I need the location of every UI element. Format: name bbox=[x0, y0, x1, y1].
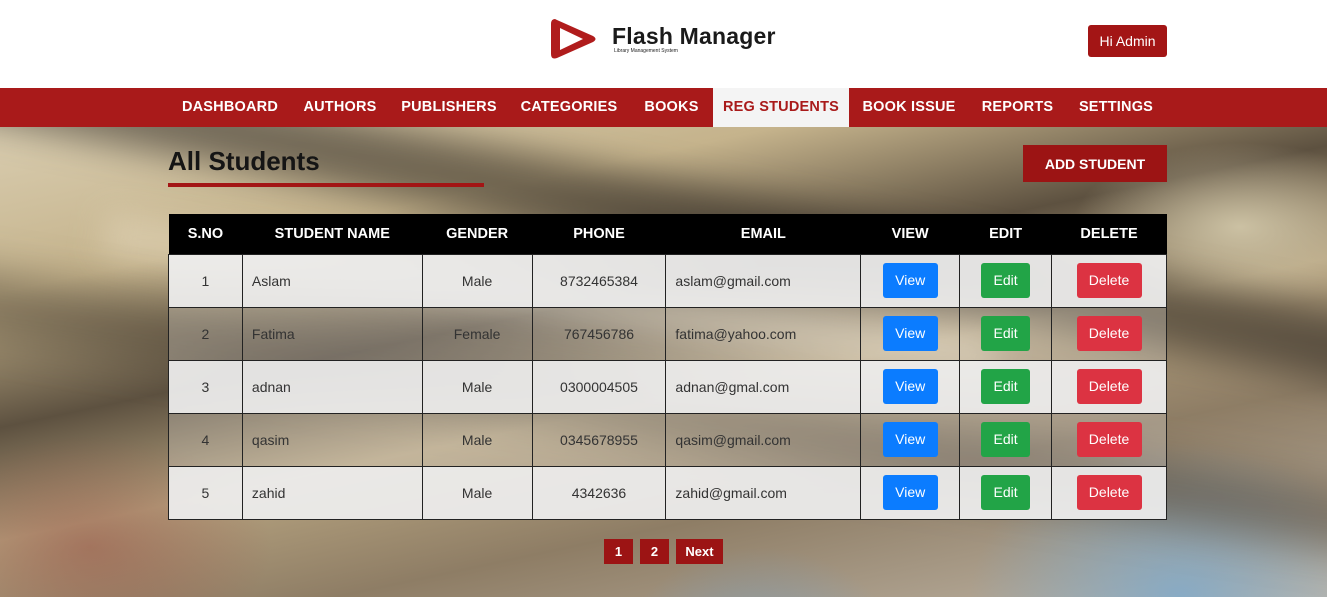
cell-email: qasim@gmail.com bbox=[665, 412, 862, 467]
edit-button[interactable]: Edit bbox=[981, 422, 1031, 457]
cell-name: zahid bbox=[241, 465, 423, 520]
play-logo-icon bbox=[551, 19, 596, 59]
cell-name: Fatima bbox=[241, 306, 423, 361]
table-header-row: S.NO STUDENT NAME GENDER PHONE EMAIL VIE… bbox=[168, 214, 1167, 254]
cell-gender: Male bbox=[421, 359, 533, 414]
edit-button[interactable]: Edit bbox=[981, 316, 1031, 351]
page-title: All Students bbox=[168, 146, 320, 176]
table-row: 1 Aslam Male 8732465384 aslam@gmail.com … bbox=[168, 253, 1167, 308]
view-button[interactable]: View bbox=[882, 422, 938, 457]
delete-button[interactable]: Delete bbox=[1076, 316, 1142, 351]
page-1-link[interactable]: 1 bbox=[604, 539, 633, 564]
header: Flash Manager Library Management System … bbox=[0, 0, 1327, 88]
cell-sno: 3 bbox=[168, 359, 243, 414]
col-phone: PHONE bbox=[532, 214, 666, 254]
add-student-button[interactable]: ADD STUDENT bbox=[1023, 145, 1167, 182]
cell-email: aslam@gmail.com bbox=[665, 253, 862, 308]
nav-settings[interactable]: SETTINGS bbox=[1066, 88, 1166, 127]
col-delete: DELETE bbox=[1051, 214, 1167, 254]
cell-email: adnan@gmal.com bbox=[665, 359, 862, 414]
cell-gender: Female bbox=[421, 306, 533, 361]
cell-sno: 4 bbox=[168, 412, 243, 467]
cell-name: Aslam bbox=[241, 253, 423, 308]
nav-reports[interactable]: REPORTS bbox=[969, 88, 1066, 127]
edit-button[interactable]: Edit bbox=[981, 263, 1031, 298]
nav-categories[interactable]: CATEGORIES bbox=[508, 88, 630, 127]
view-button[interactable]: View bbox=[882, 369, 938, 404]
table-row: 3 adnan Male 0300004505 adnan@gmal.com V… bbox=[168, 359, 1167, 414]
brand-name: Flash Manager bbox=[612, 23, 776, 49]
cell-phone: 4342636 bbox=[531, 465, 667, 520]
cell-email: fatima@yahoo.com bbox=[665, 306, 862, 361]
table-row: 2 Fatima Female 767456786 fatima@yahoo.c… bbox=[168, 306, 1167, 361]
view-button[interactable]: View bbox=[882, 475, 938, 510]
cell-sno: 5 bbox=[168, 465, 243, 520]
col-view: VIEW bbox=[860, 214, 960, 254]
table-row: 4 qasim Male 0345678955 qasim@gmail.com … bbox=[168, 412, 1167, 467]
students-table: S.NO STUDENT NAME GENDER PHONE EMAIL VIE… bbox=[168, 214, 1167, 520]
nav-publishers[interactable]: PUBLISHERS bbox=[390, 88, 508, 127]
view-button[interactable]: View bbox=[882, 316, 938, 351]
nav-reg-students[interactable]: REG STUDENTS bbox=[713, 88, 849, 127]
next-page-link[interactable]: Next bbox=[676, 539, 723, 564]
cell-gender: Male bbox=[421, 412, 533, 467]
nav-dashboard[interactable]: DASHBOARD bbox=[170, 88, 290, 127]
nav-authors[interactable]: AUTHORS bbox=[290, 88, 390, 127]
cell-phone: 8732465384 bbox=[531, 253, 667, 308]
cell-name: adnan bbox=[241, 359, 423, 414]
main-nav: DASHBOARD AUTHORS PUBLISHERS CATEGORIES … bbox=[0, 88, 1327, 127]
edit-button[interactable]: Edit bbox=[981, 475, 1031, 510]
edit-button[interactable]: Edit bbox=[981, 369, 1031, 404]
col-sno: S.NO bbox=[168, 214, 243, 254]
cell-email: zahid@gmail.com bbox=[665, 465, 862, 520]
cell-name: qasim bbox=[241, 412, 423, 467]
cell-phone: 0345678955 bbox=[531, 412, 667, 467]
cell-phone: 767456786 bbox=[531, 306, 667, 361]
cell-gender: Male bbox=[421, 253, 533, 308]
nav-books[interactable]: BOOKS bbox=[630, 88, 713, 127]
delete-button[interactable]: Delete bbox=[1076, 475, 1142, 510]
cell-gender: Male bbox=[421, 465, 533, 520]
col-email: EMAIL bbox=[665, 214, 861, 254]
admin-menu-button[interactable]: Hi Admin bbox=[1088, 25, 1167, 57]
delete-button[interactable]: Delete bbox=[1076, 369, 1142, 404]
nav-book-issue[interactable]: BOOK ISSUE bbox=[849, 88, 969, 127]
logo[interactable]: Flash Manager Library Management System bbox=[549, 14, 776, 64]
cell-sno: 2 bbox=[168, 306, 243, 361]
delete-button[interactable]: Delete bbox=[1076, 263, 1142, 298]
cell-phone: 0300004505 bbox=[531, 359, 667, 414]
brand-tagline: Library Management System bbox=[614, 48, 678, 54]
col-gender: GENDER bbox=[422, 214, 533, 254]
view-button[interactable]: View bbox=[882, 263, 938, 298]
cell-sno: 1 bbox=[168, 253, 243, 308]
col-edit: EDIT bbox=[959, 214, 1052, 254]
table-row: 5 zahid Male 4342636 zahid@gmail.com Vie… bbox=[168, 465, 1167, 520]
delete-button[interactable]: Delete bbox=[1076, 422, 1142, 457]
col-name: STUDENT NAME bbox=[242, 214, 423, 254]
title-underline bbox=[168, 183, 484, 187]
page-2-link[interactable]: 2 bbox=[640, 539, 669, 564]
